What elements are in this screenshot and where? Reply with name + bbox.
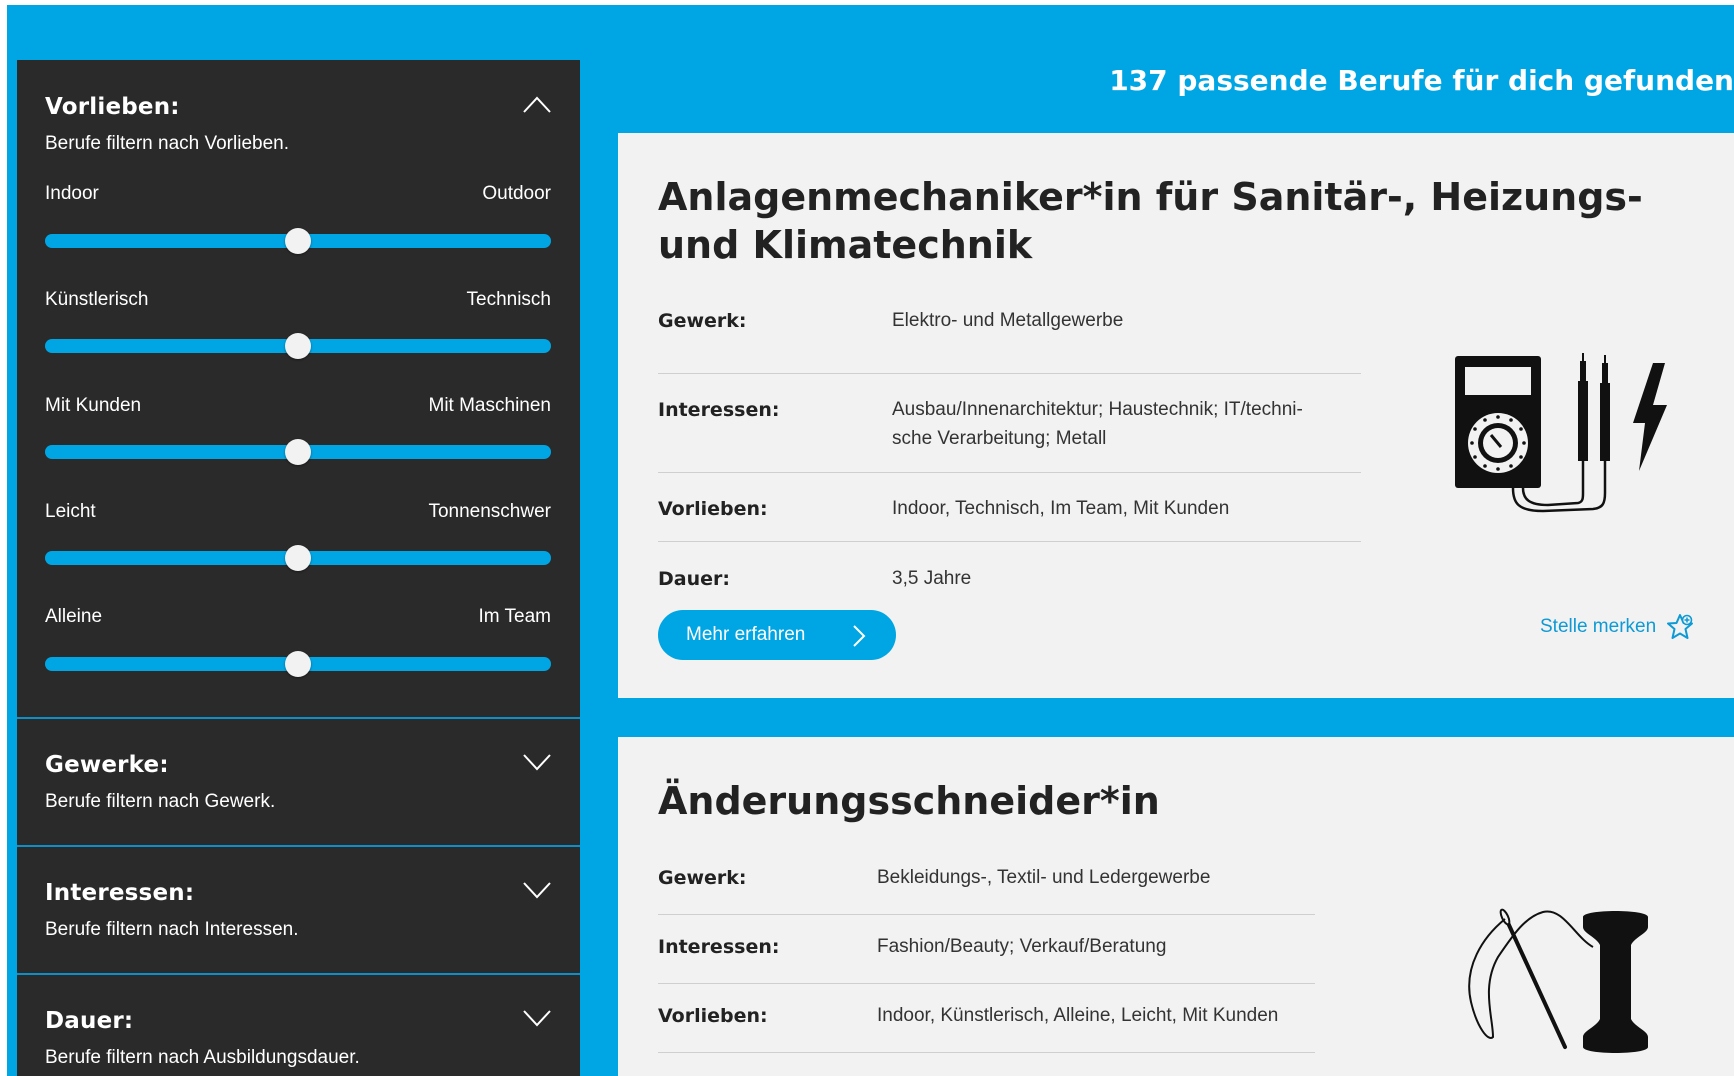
- slider-right-label: Tonnenschwer: [428, 501, 551, 522]
- result-count: 137 passende Berufe für dich gefunden: [1109, 64, 1734, 97]
- filter-subtitle-duration: Berufe filtern nach Ausbildungsdauer.: [45, 1047, 360, 1068]
- chevron-down-icon[interactable]: [522, 753, 552, 773]
- slider-thumb[interactable]: [285, 545, 311, 571]
- more-info-button[interactable]: Mehr erfahren: [658, 610, 896, 660]
- row-label: Interessen:: [658, 936, 780, 958]
- slider-labels-artistic-technical: Künstlerisch Technisch: [45, 289, 551, 311]
- slider-thumb[interactable]: [285, 651, 311, 677]
- row-value: Ausbau/Innenarchitektur; Haustechnik; IT…: [892, 395, 1303, 453]
- slider-right-label: Technisch: [466, 289, 552, 310]
- slider-left-label: Alleine: [45, 606, 103, 627]
- slider-left-label: Mit Kunden: [45, 395, 142, 416]
- chevron-down-icon[interactable]: [522, 881, 552, 901]
- filter-section-duration[interactable]: Dauer: Berufe filtern nach Ausbildungsda…: [17, 975, 580, 1076]
- row-value: Fashion/Beauty; Verkauf/Beratung: [877, 936, 1167, 957]
- row-value: Indoor, Technisch, Im Team, Mit Kunden: [892, 498, 1230, 519]
- row-value: Indoor, Künstlerisch, Alleine, Leicht, M…: [877, 1005, 1279, 1026]
- slider-artistic-technical[interactable]: [45, 333, 551, 359]
- row-label: Gewerk:: [658, 867, 747, 889]
- row-label: Gewerk:: [658, 310, 747, 332]
- row-label: Interessen:: [658, 399, 780, 421]
- more-info-label: Mehr erfahren: [686, 624, 806, 645]
- slider-thumb[interactable]: [285, 439, 311, 465]
- slider-left-label: Künstlerisch: [45, 289, 149, 310]
- filter-sidebar: Vorlieben: Berufe filtern nach Vorlieben…: [17, 60, 580, 1076]
- slider-light-heavy[interactable]: [45, 545, 551, 571]
- save-job-label: Stelle merken: [1540, 616, 1657, 637]
- star-add-icon: [1667, 614, 1694, 639]
- job-row-trade: Gewerk: Elektro- und Metallgewerbe: [658, 303, 1361, 374]
- filter-title-duration: Dauer:: [45, 1008, 134, 1034]
- slider-alone-team[interactable]: [45, 651, 551, 677]
- slider-labels-customers-machines: Mit Kunden Mit Maschinen: [45, 395, 551, 417]
- slider-left-label: Leicht: [45, 501, 96, 522]
- slider-customers-machines[interactable]: [45, 439, 551, 465]
- slider-right-label: Outdoor: [482, 183, 551, 204]
- slider-labels-light-heavy: Leicht Tonnenschwer: [45, 501, 551, 523]
- filter-section-trades[interactable]: Gewerke: Berufe filtern nach Gewerk.: [17, 719, 580, 847]
- slider-indoor-outdoor[interactable]: [45, 228, 551, 254]
- filter-title-interests: Interessen:: [45, 880, 195, 906]
- filter-subtitle-trades: Berufe filtern nach Gewerk.: [45, 791, 276, 812]
- slider-right-label: Mit Maschinen: [428, 395, 552, 416]
- multimeter-icon: [1455, 353, 1667, 513]
- chevron-right-icon: [853, 625, 866, 647]
- slider-labels-indoor-outdoor: Indoor Outdoor: [45, 183, 551, 205]
- filter-title-trades: Gewerke:: [45, 752, 169, 778]
- job-card: Änderungsschneider*in Gewerk: Bekleidung…: [618, 737, 1734, 1076]
- filter-subtitle-preferences: Berufe filtern nach Vorlieben.: [45, 133, 289, 154]
- row-label: Vorlieben:: [658, 1005, 768, 1027]
- slider-thumb[interactable]: [285, 228, 311, 254]
- slider-thumb[interactable]: [285, 333, 311, 359]
- job-title: Anlagenmechaniker*in für Sanitär-, Heizu…: [658, 175, 1643, 267]
- row-value-line: sche Verarbeitung; Metall: [892, 428, 1107, 449]
- filter-section-interests[interactable]: Interessen: Berufe filtern nach Interess…: [17, 847, 580, 975]
- filter-section-preferences: Vorlieben: Berufe filtern nach Vorlieben…: [17, 60, 580, 719]
- job-row-preferences: Vorlieben: Indoor, Technisch, Im Team, M…: [658, 472, 1361, 542]
- job-row-preferences: Vorlieben: Indoor, Künstlerisch, Alleine…: [658, 983, 1315, 1053]
- row-label: Dauer:: [658, 568, 730, 590]
- needle-thread-icon: [1468, 908, 1648, 1053]
- job-title: Änderungsschneider*in: [658, 779, 1160, 823]
- job-row-duration: Dauer: 3,5 Jahre: [658, 541, 1361, 601]
- job-row-interests: Interessen: Fashion/Beauty; Verkauf/Bera…: [658, 914, 1315, 984]
- slider-labels-alone-team: Alleine Im Team: [45, 606, 551, 628]
- filter-title-preferences: Vorlieben:: [45, 94, 180, 120]
- row-value: Bekleidungs-, Textil- und Ledergewerbe: [877, 867, 1211, 888]
- slider-left-label: Indoor: [45, 183, 99, 204]
- row-value: 3,5 Jahre: [892, 568, 972, 589]
- slider-right-label: Im Team: [478, 606, 551, 627]
- row-value: Elektro- und Metallgewerbe: [892, 310, 1124, 331]
- job-row-interests: Interessen: Ausbau/Innenarchitektur; Hau…: [658, 373, 1361, 473]
- job-row-trade: Gewerk: Bekleidungs-, Textil- und Lederg…: [658, 845, 1315, 915]
- filter-subtitle-interests: Berufe filtern nach Interessen.: [45, 919, 299, 940]
- row-value-line: Ausbau/Innenarchitektur; Haustechnik; IT…: [892, 399, 1303, 420]
- job-card: Anlagenmechaniker*in für Sanitär-, Heizu…: [618, 133, 1734, 698]
- row-label: Vorlieben:: [658, 498, 768, 520]
- chevron-down-icon[interactable]: [522, 1009, 552, 1029]
- chevron-up-icon[interactable]: [522, 94, 552, 114]
- save-job-link[interactable]: Stelle merken: [1540, 613, 1694, 641]
